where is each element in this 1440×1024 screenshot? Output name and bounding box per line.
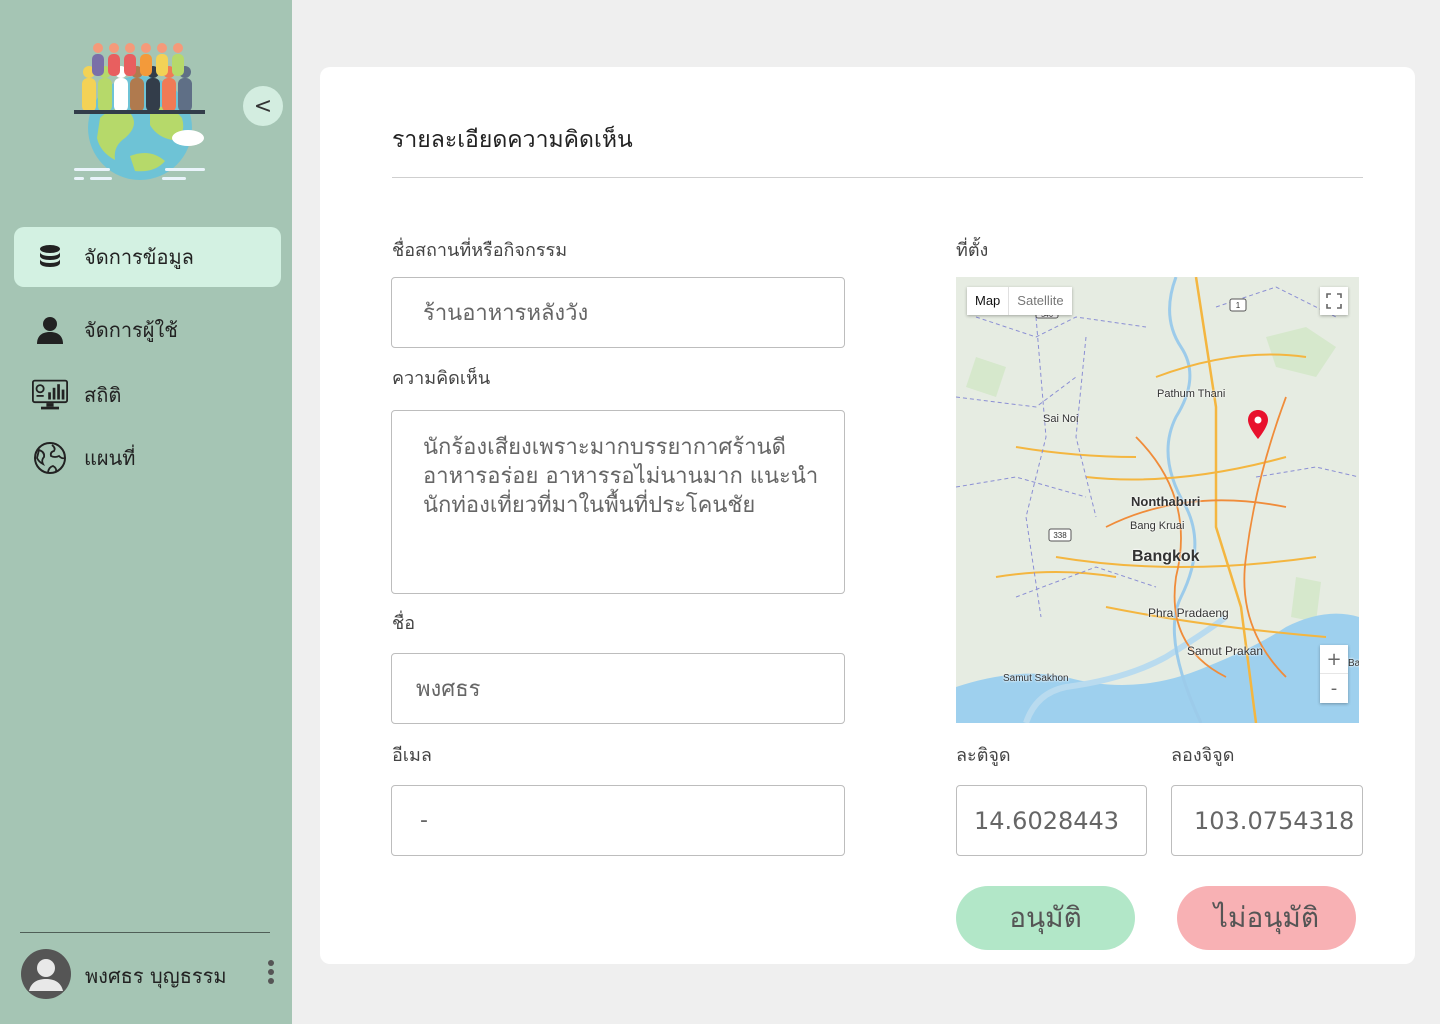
place-label: ชื่อสถานที่หรือกิจกรรม [392,240,568,261]
zoom-control: + - [1320,645,1348,703]
map-type-control: Map Satellite [967,287,1072,315]
map-place-label: Samut Prakan [1187,644,1264,658]
svg-text:1: 1 [1236,301,1241,310]
user-icon [32,312,68,348]
longitude-field[interactable]: 103.0754318 [1171,785,1363,856]
map-place-label: Samut Sakhon [1003,673,1069,684]
zoom-in-button[interactable]: + [1320,645,1348,674]
sidebar-item-label: จัดการผู้ใช้ [84,318,178,342]
database-icon [32,239,68,275]
sidebar-item-label: จัดการข้อมูล [84,245,194,269]
avatar[interactable] [21,949,71,999]
comment-detail-card: รายละเอียดความคิดเห็น ชื่อสถานที่หรือกิจ… [320,67,1415,964]
location-label: ที่ตั้ง [956,240,989,261]
sidebar-item-manage-users[interactable]: จัดการผู้ใช้ [14,300,281,360]
comment-label: ความคิดเห็น [392,368,491,389]
place-field[interactable]: ร้านอาหารหลังวัง [391,277,845,348]
name-label: ชื่อ [392,613,416,634]
user-name: พงศธร บุญธรรม [85,964,227,988]
map-place-label: Bang Kruai [1130,520,1185,532]
reject-button[interactable]: ไม่อนุมัติ [1177,886,1356,950]
map-place-label: Nonthaburi [1131,494,1201,509]
map-type-map-button[interactable]: Map [967,287,1010,315]
sidebar-item-statistics[interactable]: สถิติ [14,365,281,425]
name-field[interactable]: พงศธร [391,653,845,724]
email-field[interactable]: - [391,785,845,856]
zoom-out-button[interactable]: - [1320,674,1348,703]
comment-field[interactable]: นักร้องเสียงเพราะมากบรรยากาศร้านดี อาหาร… [391,410,845,594]
location-map[interactable]: 1 338 346 Map Satellite Pathum Thani Sai… [956,277,1359,723]
statistics-monitor-icon [32,377,68,413]
sidebar-item-manage-data[interactable]: จัดการข้อมูล [14,227,281,287]
map-place-label: Pathum Thani [1157,388,1226,400]
map-type-satellite-button[interactable]: Satellite [1009,287,1071,315]
latitude-field[interactable]: 14.6028443 [956,785,1147,856]
sidebar-item-label: แผนที่ [84,446,136,470]
app-logo [74,43,205,180]
map-place-label: Bangkok [1132,548,1200,565]
approve-button[interactable]: อนุมัติ [956,886,1135,950]
more-options-button[interactable] [262,960,280,990]
sidebar-item-map[interactable]: แผนที่ [14,428,281,488]
user-avatar-icon [29,959,63,991]
map-place-label: Ba [1348,658,1359,669]
email-label: อีเมล [392,745,432,766]
map-place-label: Phra Pradaeng [1148,606,1229,620]
title-divider [392,177,1363,178]
sidebar: < จัดการข้อมูล จัดการผู้ใช้ สถิติ แผนที่… [0,0,292,1024]
longitude-label: ลองจิจูด [1171,745,1235,766]
svg-text:338: 338 [1053,531,1067,540]
globe-icon [32,440,68,476]
fullscreen-icon[interactable] [1320,287,1348,315]
sidebar-divider [20,932,270,933]
map-place-label: Sai Noi [1043,413,1079,425]
collapse-sidebar-button[interactable]: < [243,86,283,126]
sidebar-item-label: สถิติ [84,383,122,407]
page-title: รายละเอียดความคิดเห็น [392,127,633,153]
latitude-label: ละติจูด [956,745,1011,766]
